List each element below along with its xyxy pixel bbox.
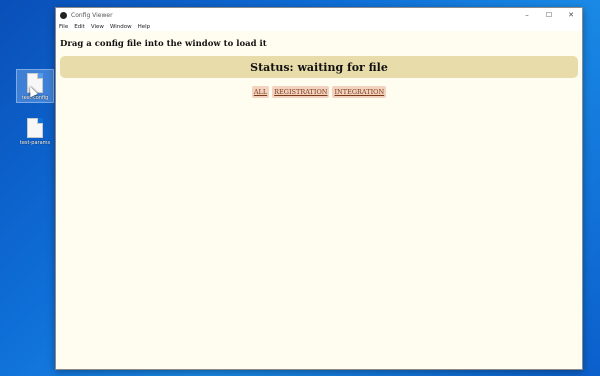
menu-help[interactable]: Help <box>138 24 151 30</box>
main-content: Drag a config file into the window to lo… <box>56 31 582 102</box>
file-icon <box>27 118 43 138</box>
desktop-icon-label: test-params <box>19 140 51 146</box>
menu-view[interactable]: View <box>91 24 104 30</box>
desktop-icon-label: test-config <box>21 95 49 101</box>
minimize-button[interactable]: – <box>516 11 538 19</box>
tab-all[interactable]: ALL <box>251 86 270 98</box>
desktop-icon-test-config[interactable]: test-config <box>16 69 54 103</box>
title-bar[interactable]: Config Viewer – ☐ ✕ <box>56 8 582 22</box>
menu-bar: File Edit View Window Help <box>56 22 582 31</box>
status-banner: Status: waiting for file <box>60 56 578 78</box>
tab-registration[interactable]: REGISTRATION <box>272 86 330 98</box>
desktop-icon-test-params[interactable]: test-params <box>17 115 53 147</box>
app-icon <box>60 11 67 19</box>
window-title: Config Viewer <box>71 11 113 19</box>
drop-instruction: Drag a config file into the window to lo… <box>60 39 267 49</box>
app-window: Config Viewer – ☐ ✕ File Edit View Windo… <box>55 7 583 370</box>
close-button[interactable]: ✕ <box>560 11 582 19</box>
maximize-button[interactable]: ☐ <box>538 11 560 19</box>
filter-tabs: ALL REGISTRATION INTEGRATION <box>60 86 578 98</box>
tab-integration[interactable]: INTEGRATION <box>332 86 387 98</box>
menu-edit[interactable]: Edit <box>74 24 85 30</box>
menu-file[interactable]: File <box>59 24 68 30</box>
menu-window[interactable]: Window <box>110 24 132 30</box>
